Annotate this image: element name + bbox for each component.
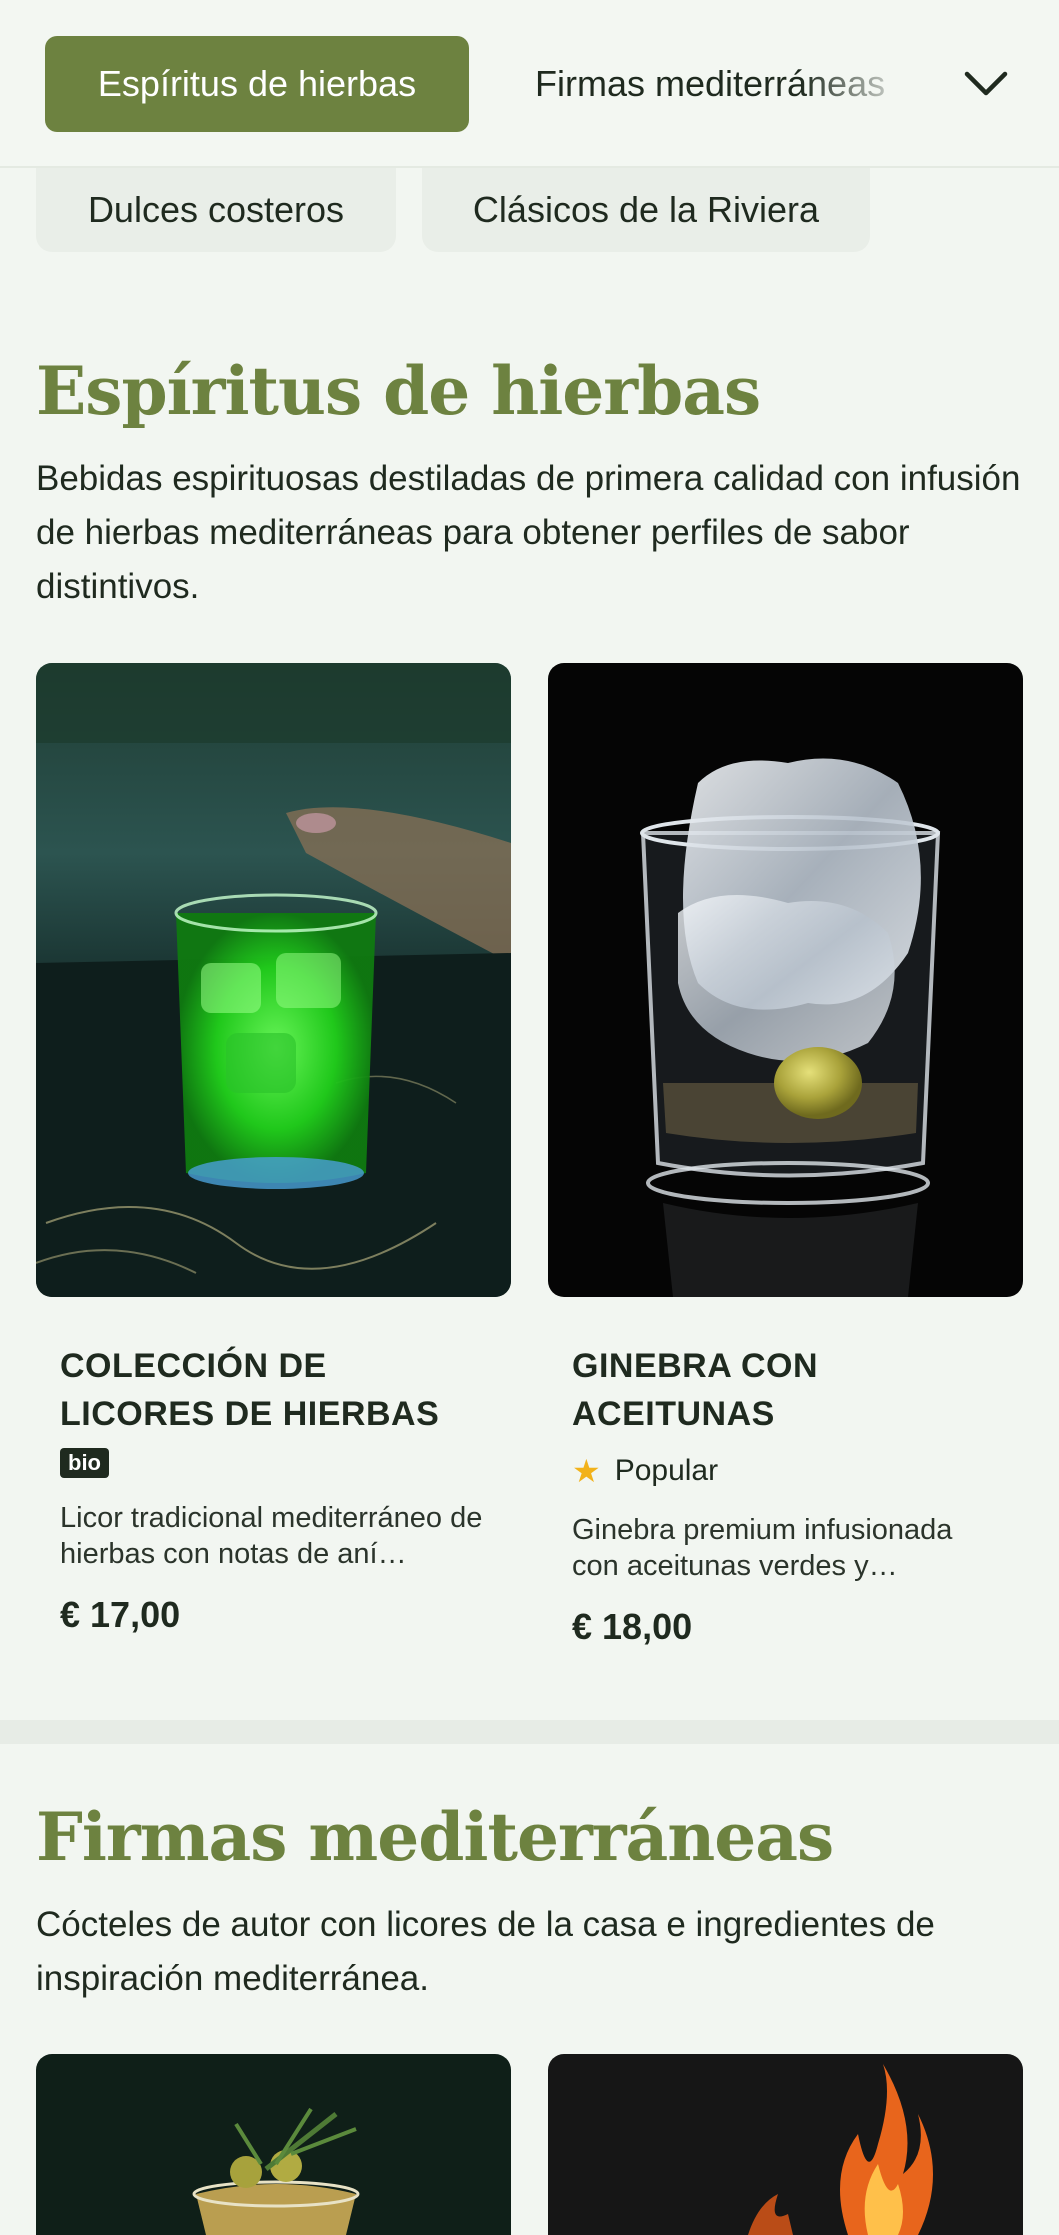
- popular-label: Popular: [614, 1454, 719, 1487]
- tab-label: Firmas mediterráneas: [535, 63, 886, 104]
- star-icon: ★: [572, 1453, 601, 1489]
- category-nav-bar: Espíritus de hierbas Firmas mediterránea…: [0, 0, 1059, 168]
- green-liqueur-glass-image: [36, 663, 511, 1297]
- popular-badge: ★ Popular: [572, 1452, 1002, 1490]
- tab-espiritus-de-hierbas[interactable]: Espíritus de hierbas: [45, 36, 469, 132]
- category-chip-dulces-costeros[interactable]: Dulces costeros: [36, 168, 396, 252]
- flaming-cocktail-image: [548, 2054, 1023, 2235]
- product-description: Ginebra premium infusionada con aceituna…: [572, 1514, 953, 1582]
- section-description: Cócteles de autor con licores de la casa…: [36, 1905, 935, 1998]
- tab-label: Espíritus de hierbas: [97, 63, 417, 104]
- chip-label: Dulces costeros: [87, 189, 345, 230]
- section-divider: [0, 1720, 1059, 1744]
- gin-olive-glass-image: [548, 663, 1023, 1297]
- product-name: COLECCIÓN DE LICORES DE HIERBAS: [60, 1347, 440, 1433]
- product-card-body[interactable]: GINEBRA CON ACEITUNAS ★ Popular Ginebra …: [572, 1342, 1002, 1648]
- product-image[interactable]: [548, 663, 1023, 1297]
- chevron-down-icon[interactable]: [958, 60, 1014, 108]
- product-image[interactable]: [36, 663, 511, 1297]
- product-price: € 18,00: [572, 1606, 693, 1647]
- section-description: Bebidas espirituosas destiladas de prime…: [36, 459, 1021, 606]
- section-title: Espíritus de hierbas: [36, 352, 761, 430]
- product-price: € 17,00: [60, 1594, 181, 1635]
- product-image[interactable]: [36, 2054, 511, 2235]
- cocktail-rosemary-image: [36, 2054, 511, 2235]
- product-description: Licor tradicional mediterráneo de hierba…: [60, 1502, 483, 1570]
- product-image[interactable]: [548, 2054, 1023, 2235]
- chip-label: Clásicos de la Riviera: [472, 189, 820, 230]
- bio-badge: bio: [60, 1448, 109, 1478]
- product-card-body[interactable]: COLECCIÓN DE LICORES DE HIERBAS bio Lico…: [60, 1342, 490, 1636]
- product-name: GINEBRA CON ACEITUNAS: [572, 1347, 819, 1433]
- section-title: Firmas mediterráneas: [36, 1798, 834, 1876]
- tab-firmas-mediterraneas[interactable]: Firmas mediterráneas: [535, 36, 915, 132]
- category-chip-clasicos-riviera[interactable]: Clásicos de la Riviera: [422, 168, 870, 252]
